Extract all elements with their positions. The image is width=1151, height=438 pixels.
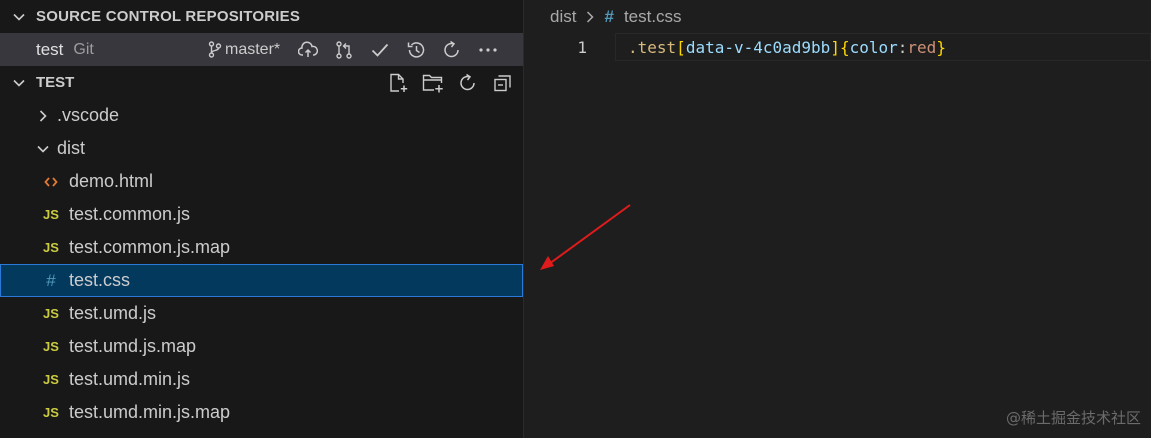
refresh-icon[interactable] xyxy=(434,33,470,66)
tree-item-test-common-js[interactable]: JS test.common.js xyxy=(0,198,523,231)
tree-item-label: .vscode xyxy=(57,105,120,125)
tree-item-test-umd-js-map[interactable]: JS test.umd.js.map xyxy=(0,330,523,363)
breadcrumb-file[interactable]: test.css xyxy=(624,7,682,27)
css-property: color xyxy=(849,37,898,57)
file-tree: .vscode dist demo.html JS test.common.js… xyxy=(0,99,523,429)
explorer-section-title: TEST xyxy=(36,74,75,91)
tree-item-label: test.umd.min.js.map xyxy=(69,402,231,422)
tree-item-label: test.umd.js.map xyxy=(69,336,197,356)
css-file-icon: # xyxy=(604,6,614,26)
tree-item-vscode[interactable]: .vscode xyxy=(0,99,523,132)
code-line[interactable]: 1 .test[data-v-4c0ad9bb]{color:red} xyxy=(525,33,1151,61)
chevron-right-icon xyxy=(33,109,53,123)
scm-section-header[interactable]: SOURCE CONTROL REPOSITORIES xyxy=(0,0,523,33)
js-file-icon: JS xyxy=(43,306,59,321)
tree-item-test-umd-min-js[interactable]: JS test.umd.min.js xyxy=(0,363,523,396)
new-file-icon[interactable] xyxy=(380,66,415,99)
tree-item-label: test.common.js xyxy=(69,204,191,224)
tree-item-test-umd-min-js-map[interactable]: JS test.umd.min.js.map xyxy=(0,396,523,429)
attribute-selector: data-v-4c0ad9bb xyxy=(685,37,831,57)
breadcrumb-folder[interactable]: dist xyxy=(550,7,576,27)
repository-row[interactable]: test Git master* xyxy=(0,33,523,66)
tree-item-label: test.umd.js xyxy=(69,303,157,323)
breadcrumb: dist # test.css xyxy=(525,0,1151,33)
js-file-icon: JS xyxy=(43,207,59,222)
css-selector: .test xyxy=(628,37,677,57)
explorer-section-header[interactable]: TEST xyxy=(0,66,523,99)
tree-item-demo-html[interactable]: demo.html xyxy=(0,165,523,198)
js-file-icon: JS xyxy=(43,405,59,420)
branch-name: master* xyxy=(225,40,281,58)
js-file-icon: JS xyxy=(43,372,59,387)
refresh-icon[interactable] xyxy=(450,66,485,99)
branch-button[interactable]: master* xyxy=(208,41,280,59)
close-brace: } xyxy=(936,37,946,57)
html-file-icon xyxy=(41,176,61,188)
tree-item-test-common-js-map[interactable]: JS test.common.js.map xyxy=(0,231,523,264)
chevron-down-icon[interactable] xyxy=(8,10,30,24)
new-folder-icon[interactable] xyxy=(415,66,450,99)
explorer-actions xyxy=(380,66,520,99)
tree-item-label: test.common.js.map xyxy=(69,237,231,257)
chevron-down-icon[interactable] xyxy=(8,76,30,90)
repo-name: test xyxy=(36,39,64,59)
publish-branch-icon[interactable] xyxy=(290,33,326,66)
git-branch-icon xyxy=(208,41,222,58)
tree-item-label: dist xyxy=(57,138,86,158)
open-brace: { xyxy=(839,37,850,57)
chevron-down-icon xyxy=(33,143,53,155)
repo-actions: master* xyxy=(208,33,506,66)
tree-item-dist[interactable]: dist xyxy=(0,132,523,165)
code-text[interactable]: .test[data-v-4c0ad9bb]{color:red} xyxy=(628,38,946,57)
chevron-right-icon xyxy=(585,10,595,24)
tree-item-label: demo.html xyxy=(69,171,154,191)
commit-check-icon[interactable] xyxy=(362,33,398,66)
js-file-icon: JS xyxy=(43,240,59,255)
history-icon[interactable] xyxy=(398,33,434,66)
close-bracket: ] xyxy=(830,37,840,57)
tree-item-test-css[interactable]: # test.css xyxy=(0,264,523,297)
js-file-icon: JS xyxy=(43,339,59,354)
branch-compare-icon[interactable] xyxy=(326,33,362,66)
scm-section-title: SOURCE CONTROL REPOSITORIES xyxy=(36,8,301,25)
collapse-all-icon[interactable] xyxy=(485,66,520,99)
line-number: 1 xyxy=(577,37,587,57)
tree-item-test-umd-js[interactable]: JS test.umd.js xyxy=(0,297,523,330)
open-bracket: [ xyxy=(676,37,686,57)
editor: dist # test.css 1 .test[data-v-4c0ad9bb]… xyxy=(525,0,1151,438)
tree-item-label: test.umd.min.js xyxy=(69,369,191,389)
repo-type: Git xyxy=(73,40,94,58)
sidebar: SOURCE CONTROL REPOSITORIES test Git mas… xyxy=(0,0,524,438)
css-file-icon: # xyxy=(46,270,56,290)
colon: : xyxy=(897,37,908,57)
watermark: @稀土掘金技术社区 xyxy=(1005,409,1141,427)
tree-item-label: test.css xyxy=(69,270,131,290)
css-value: red xyxy=(907,37,937,57)
more-icon[interactable] xyxy=(470,33,506,66)
